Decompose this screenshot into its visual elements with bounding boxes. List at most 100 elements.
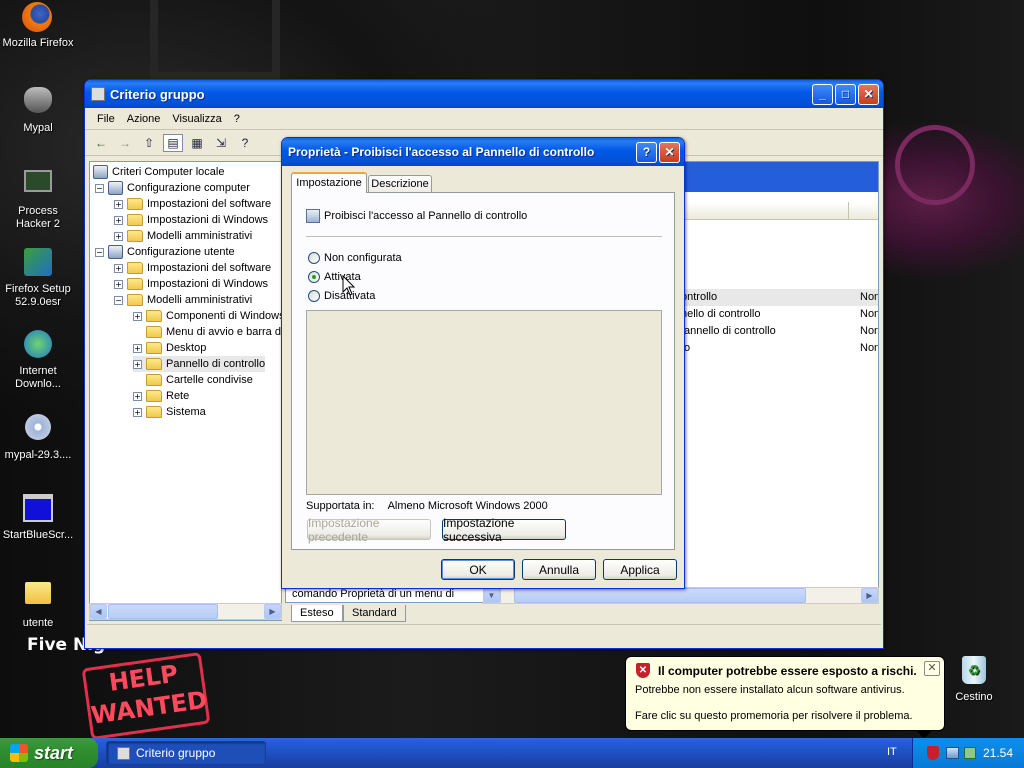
expand-icon[interactable]: + [114, 263, 123, 273]
desktop-icon-internet-download[interactable]: Internet Downlo... [0, 330, 76, 391]
previous-setting-button[interactable]: Impostazione precedente [307, 516, 431, 544]
scroll-thumb[interactable] [514, 588, 806, 603]
start-button[interactable]: start [0, 738, 98, 768]
tab-label: Esteso [300, 607, 334, 619]
expand-icon[interactable]: + [133, 407, 142, 417]
tree-item[interactable]: + Pannello di controllo [133, 356, 266, 372]
expand-icon[interactable]: + [133, 359, 142, 369]
tree-item[interactable]: + Impostazioni del software [114, 196, 271, 212]
tree-item-label: Configurazione utente [127, 246, 235, 258]
desktop-icon-process-hacker[interactable]: Process Hacker 2 [0, 166, 76, 231]
maximize-button[interactable]: □ [835, 83, 856, 105]
tree-item[interactable]: + Impostazioni di Windows [114, 276, 268, 292]
setup-cd-icon [22, 414, 54, 446]
expand-icon[interactable]: + [114, 215, 123, 225]
tree-item[interactable]: + Modelli amministrativi [114, 228, 252, 244]
show-hide-tree-button[interactable]: ▤ [163, 133, 183, 152]
tree-item[interactable]: Menu di avvio e barra d [133, 324, 281, 340]
tree-item[interactable]: − Configurazione utente [95, 244, 235, 260]
desktop-icon-mypal-installer[interactable]: mypal-29.3.... [0, 412, 76, 462]
tree-item[interactable]: + Desktop [133, 340, 206, 356]
tree-item[interactable]: − Configurazione computer [95, 180, 250, 196]
expand-icon[interactable]: + [114, 279, 123, 289]
security-center-icon[interactable] [927, 746, 939, 760]
help-wanted-sign: HELP WANTED [81, 651, 211, 741]
column-divider[interactable] [848, 202, 849, 220]
tree-item[interactable]: + Rete [133, 388, 189, 404]
menu-help[interactable]: ? [228, 113, 246, 125]
collapse-icon[interactable]: − [95, 247, 104, 257]
policy-state: Non [860, 325, 879, 337]
minimize-button[interactable]: _ [812, 83, 833, 105]
radio-non-configurata[interactable]: Non configurata [308, 252, 402, 264]
network-icon[interactable] [946, 747, 959, 759]
collapse-icon[interactable]: − [114, 295, 123, 305]
tab-standard[interactable]: Standard [343, 605, 406, 622]
balloon-title: Il computer potrebbe essere esposto a ri… [658, 663, 917, 678]
menu-file[interactable]: File [91, 113, 121, 125]
forward-button[interactable]: → [115, 134, 135, 152]
window-titlebar[interactable]: Criterio gruppo _ □ ✕ [85, 80, 883, 108]
cancel-button[interactable]: Annulla [522, 559, 596, 580]
radio-circle-icon [308, 290, 320, 302]
details-horizontal-scrollbar[interactable]: ◀ ▶ [483, 587, 879, 604]
expand-icon[interactable]: + [114, 199, 123, 209]
tree-item[interactable]: + Componenti di Windows [133, 308, 281, 324]
clock[interactable]: 21.54 [983, 746, 1013, 760]
volume-icon[interactable] [964, 747, 976, 759]
desktop-icon-mypal[interactable]: Mypal [0, 84, 76, 135]
desktop-icon-label: Internet Downlo... [15, 365, 61, 390]
language-indicator[interactable]: IT [887, 746, 897, 758]
dialog-titlebar[interactable]: Proprietà - Proibisci l'accesso al Panne… [282, 138, 684, 166]
tree-item[interactable]: − Modelli amministrativi [114, 292, 252, 308]
scroll-right-button[interactable]: ▶ [861, 588, 878, 603]
expand-icon[interactable]: + [133, 311, 142, 321]
tab-descrizione[interactable]: Descrizione [368, 175, 432, 193]
desktop-icon-firefox-setup[interactable]: Firefox Setup 52.9.0esr [0, 248, 76, 309]
collapse-icon[interactable]: − [95, 183, 104, 193]
next-setting-button[interactable]: Impostazione successiva [442, 516, 566, 544]
taskbar: start Criterio gruppo IT 21.54 [0, 738, 1024, 768]
expand-icon[interactable]: + [133, 391, 142, 401]
button-label: Impostazione precedente [308, 515, 380, 544]
desktop-icon-recycle-bin[interactable]: ♻ Cestino [936, 656, 1012, 704]
tab-impostazione[interactable]: Impostazione [291, 172, 367, 193]
expand-icon[interactable]: + [133, 343, 142, 353]
scroll-left-button[interactable]: ◀ [90, 604, 107, 619]
desktop-icon-utente[interactable]: utente [0, 576, 76, 630]
taskbar-item-criterio-gruppo[interactable]: Criterio gruppo [106, 741, 266, 765]
tree-item-label: Impostazioni del software [147, 262, 272, 274]
tree-item[interactable]: + Impostazioni di Windows [114, 212, 268, 228]
scroll-right-button[interactable]: ▶ [264, 604, 281, 619]
dialog-title: Proprietà - Proibisci l'accesso al Panne… [288, 145, 595, 159]
menu-azione[interactable]: Azione [121, 113, 167, 125]
desktop-icon-startbluescreen[interactable]: StartBlueScr... [0, 494, 76, 542]
dialog-help-button[interactable]: ? [636, 141, 657, 163]
tree-item[interactable]: + Sistema [133, 404, 206, 420]
explain-scroll-down-button[interactable]: ▼ [483, 588, 500, 603]
export-list-button[interactable]: ⇲ [211, 134, 231, 152]
close-button[interactable]: ✕ [858, 83, 879, 105]
menu-visualizza[interactable]: Visualizza [166, 113, 227, 125]
scroll-thumb[interactable] [108, 604, 218, 619]
tab-esteso[interactable]: Esteso [291, 605, 343, 622]
dialog-close-button[interactable]: ✕ [659, 141, 680, 163]
close-icon: ✕ [664, 145, 675, 159]
tree-panel[interactable]: Criteri Computer locale − Configurazione c… [89, 161, 282, 621]
desktop-icon-firefox[interactable]: Mozilla Firefox [0, 2, 76, 50]
ok-button[interactable]: OK [441, 559, 515, 580]
up-folder-button[interactable]: ⇧ [139, 134, 159, 152]
tree-item[interactable]: Criteri Computer locale [93, 164, 224, 180]
balloon-close-button[interactable]: ✕ [924, 661, 940, 676]
tree-item-label: Pannello di controllo [166, 358, 266, 370]
back-button[interactable]: ← [91, 134, 111, 152]
properties-button[interactable]: ▦ [187, 134, 207, 152]
tree-horizontal-scrollbar[interactable]: ◀ ▶ [89, 603, 282, 620]
tree-item[interactable]: Cartelle condivise [133, 372, 253, 388]
apply-button[interactable]: Applica [603, 559, 677, 580]
folder-icon [146, 358, 162, 370]
help-button[interactable]: ? [235, 134, 255, 152]
security-alert-balloon[interactable]: ✕ Il computer potrebbe essere esposto a … [625, 656, 945, 739]
expand-icon[interactable]: + [114, 231, 123, 241]
tree-item[interactable]: + Impostazioni del software [114, 260, 271, 276]
